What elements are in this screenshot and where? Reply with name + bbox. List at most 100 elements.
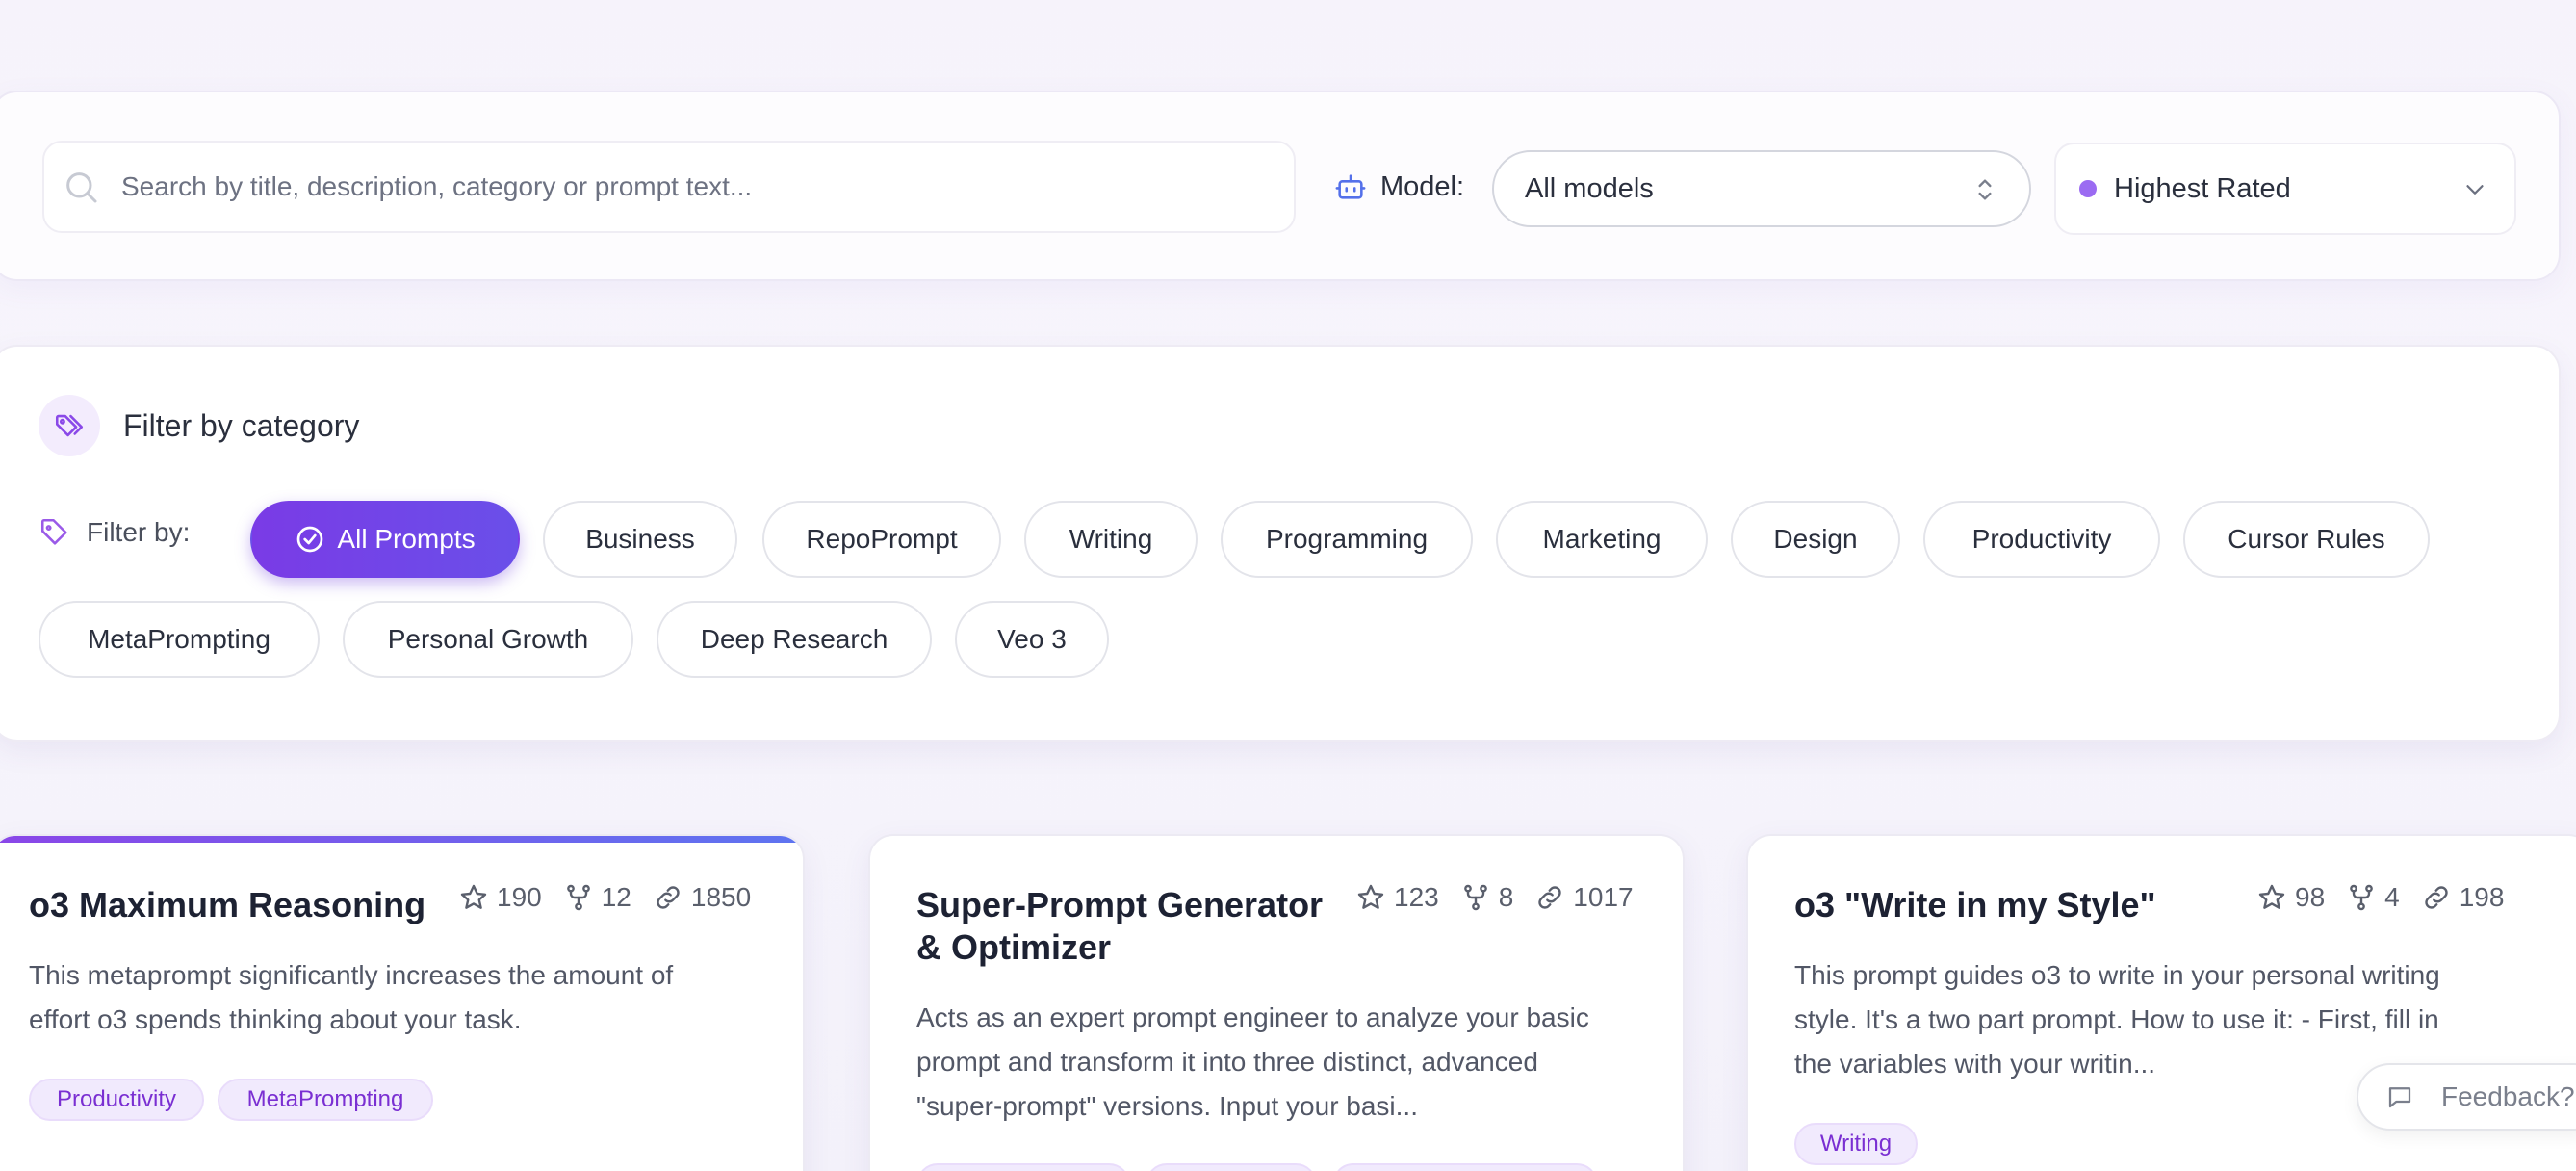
description-line: This metaprompt significantly increases …	[29, 960, 674, 990]
sort-select-value: Highest Rated	[2114, 172, 2291, 204]
forks-count: 4	[2384, 882, 2400, 912]
prompt-card-title[interactable]: o3 Maximum Reasoning	[29, 884, 425, 926]
category-tag[interactable]	[916, 1163, 1130, 1171]
category-chip-deep-research[interactable]: Deep Research	[657, 601, 932, 678]
links-stat: 1017	[1534, 882, 1634, 913]
search-box[interactable]	[42, 141, 1296, 233]
category-chip-metaprompting[interactable]: MetaPrompting	[39, 601, 320, 678]
category-chip-label: RepoPrompt	[806, 524, 958, 554]
category-chip-veo-3[interactable]: Veo 3	[955, 601, 1109, 678]
category-chip-label: Writing	[1069, 524, 1153, 554]
description-line: "super-prompt" versions. Input your basi…	[916, 1091, 1418, 1121]
filter-title: Filter by category	[123, 407, 360, 443]
category-chip-label: Productivity	[1971, 524, 2112, 554]
stars-count: 123	[1394, 882, 1439, 912]
category-chip-label: Programming	[1265, 524, 1429, 554]
category-chip-label: MetaPrompting	[88, 624, 270, 654]
category-tag-productivity[interactable]: Productivity	[29, 1079, 204, 1121]
tag-label: Writing	[1819, 1131, 1893, 1157]
forks-stat: 12	[563, 882, 631, 913]
links-count: 1017	[1573, 882, 1634, 912]
stars-count: 98	[2295, 882, 2326, 912]
prompt-card[interactable]: o3 Maximum Reasoning 190 12 1850 This me…	[0, 834, 805, 1171]
category-chip-design[interactable]: Design	[1731, 501, 1900, 578]
chevron-down-icon	[2466, 185, 2484, 195]
filter-by-label: Filter by:	[87, 517, 191, 547]
category-chip-label: All Prompts	[337, 524, 476, 554]
category-tag-metaprompting[interactable]: MetaPrompting	[218, 1079, 433, 1121]
category-chip-business[interactable]: Business	[543, 501, 737, 578]
bot-icon	[1335, 174, 1366, 199]
links-stat: 198	[2421, 882, 2505, 913]
description-line: effort o3 spends thinking about your tas…	[29, 1004, 522, 1034]
category-chip-label: Veo 3	[997, 624, 1067, 654]
sort-indicator-dot	[2079, 180, 2097, 197]
links-count: 198	[2459, 882, 2505, 912]
prompt-card-description: This metaprompt significantly increases …	[29, 953, 673, 1042]
description-line: Acts as an expert prompt engineer to ana…	[916, 1002, 1589, 1032]
model-select-value: All models	[1525, 172, 1654, 204]
prompt-card-title[interactable]: o3 "Write in my Style"	[1794, 884, 2156, 926]
category-chip-productivity[interactable]: Productivity	[1923, 501, 2160, 578]
description-line: the variables with your writin...	[1794, 1049, 2156, 1079]
title-line: Super-Prompt Generator	[916, 885, 1324, 924]
message-square-icon	[2388, 1087, 2411, 1108]
category-chip-label: Cursor Rules	[2228, 524, 2385, 554]
stars-stat: 190	[458, 882, 542, 913]
fork-icon	[566, 884, 590, 911]
category-filter-panel: Filter by category Filter by: All Prompt…	[0, 345, 2561, 742]
model-select[interactable]: All models	[1492, 150, 2031, 227]
prompt-card-stats: 98 4 198	[2256, 882, 2504, 913]
tag-label: Productivity	[56, 1086, 177, 1112]
star-icon	[460, 884, 487, 909]
category-chip-label: Business	[585, 524, 695, 554]
description-line: prompt and transform it into three disti…	[916, 1047, 1538, 1077]
chevron-up-down-icon	[1978, 179, 1992, 200]
filter-header: Filter by category	[39, 395, 359, 456]
stars-count: 190	[497, 882, 542, 912]
prompt-card-stats: 123 8 1017	[1355, 882, 1634, 913]
feedback-button[interactable]: Feedback?	[2357, 1063, 2576, 1131]
category-chip-repoprompt[interactable]: RepoPrompt	[762, 501, 1001, 578]
prompt-card-description: Acts as an expert prompt engineer to ana…	[916, 996, 1589, 1129]
link-icon	[2425, 886, 2448, 909]
sort-select[interactable]: Highest Rated	[2054, 143, 2516, 235]
category-chip-all-prompts[interactable]: All Prompts	[250, 501, 520, 578]
category-chip-programming[interactable]: Programming	[1221, 501, 1473, 578]
links-stat: 1850	[653, 882, 751, 913]
category-chip-label: Design	[1773, 524, 1858, 554]
category-chip-label: Personal Growth	[387, 624, 589, 654]
stars-stat: 98	[2256, 882, 2325, 913]
prompt-card-description: This prompt guides o3 to write in your p…	[1794, 953, 2440, 1086]
stars-stat: 123	[1355, 882, 1439, 913]
prompt-card[interactable]: Super-Prompt Generator & Optimizer 123 8…	[868, 834, 1685, 1171]
forks-stat: 8	[1460, 882, 1513, 913]
description-line: style. It's a two part prompt. How to us…	[1794, 1004, 2439, 1034]
category-tag[interactable]	[1146, 1163, 1317, 1171]
category-chip-marketing[interactable]: Marketing	[1496, 501, 1708, 578]
category-tag[interactable]	[1332, 1163, 1598, 1171]
prompt-card-title[interactable]: Super-Prompt Generator & Optimizer	[916, 884, 1323, 969]
prompt-card-stats: 190 12 1850	[458, 882, 751, 913]
link-icon	[1538, 886, 1561, 909]
search-input[interactable]	[121, 171, 1257, 202]
fork-icon	[2350, 884, 2374, 911]
title-line: & Optimizer	[916, 927, 1112, 967]
star-icon	[1357, 884, 1384, 909]
fork-icon	[1463, 884, 1487, 911]
category-chip-label: Marketing	[1542, 524, 1662, 554]
category-chip-cursor-rules[interactable]: Cursor Rules	[2183, 501, 2430, 578]
tag-label: MetaPrompting	[246, 1086, 404, 1112]
search-toolbar: Model: All models Highest Rated	[0, 91, 2561, 281]
category-chip-writing[interactable]: Writing	[1024, 501, 1198, 578]
forks-count: 12	[601, 882, 631, 912]
category-chip-label: Deep Research	[700, 624, 889, 654]
forks-stat: 4	[2346, 882, 2400, 913]
feedback-label: Feedback?	[2441, 1081, 2575, 1111]
category-tag-writing[interactable]: Writing	[1794, 1123, 1918, 1165]
model-filter-label: Model:	[1334, 166, 1464, 208]
category-chip-personal-growth[interactable]: Personal Growth	[343, 601, 633, 678]
tags-icon	[39, 395, 100, 456]
model-label: Model:	[1380, 170, 1465, 202]
check-circle-icon	[297, 526, 323, 553]
